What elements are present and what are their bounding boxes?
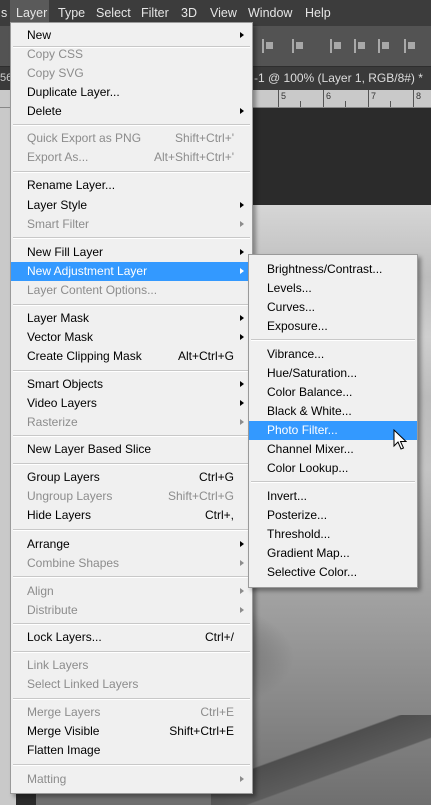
align-right-edges-icon[interactable] <box>330 39 343 53</box>
adjustment-layer-submenu: Brightness/Contrast... Levels... Curves.… <box>248 254 418 588</box>
menu-separator <box>13 529 250 531</box>
menu-separator <box>13 576 250 578</box>
menu-item-arrange[interactable]: Arrange <box>11 535 252 554</box>
menu-separator <box>13 764 250 766</box>
submenu-item-invert[interactable]: Invert... <box>249 487 417 506</box>
submenu-item-exposure[interactable]: Exposure... <box>249 317 417 336</box>
menu-item-flatten-image[interactable]: Flatten Image <box>11 741 252 760</box>
menu-item-quick-export-png: Quick Export as PNG Shift+Ctrl+' <box>27 131 234 145</box>
menu-item-link-layers: Link Layers <box>27 658 89 672</box>
menu-separator <box>13 623 250 625</box>
distribute-center-icon[interactable] <box>378 39 391 53</box>
menu-item-merge-visible[interactable]: Merge Visible Shift+Ctrl+E <box>11 722 252 741</box>
ruler-number: 6 <box>326 91 332 101</box>
menu-separator <box>13 463 250 465</box>
submenu-arrow-icon <box>240 607 244 613</box>
menu-item-delete[interactable]: Delete <box>11 102 252 121</box>
menu-help[interactable]: Help <box>299 0 337 26</box>
submenu-item-photo-filter[interactable]: Photo Filter... <box>249 421 417 440</box>
submenu-arrow-icon <box>240 381 244 387</box>
submenu-item-hue-saturation[interactable]: Hue/Saturation... <box>249 364 417 383</box>
menu-item-layer-style[interactable]: Layer Style <box>11 196 252 215</box>
ruler-number: 7 <box>371 91 377 101</box>
menu-item-matting: Matting <box>11 770 252 789</box>
menu-item-new-fill-layer[interactable]: New Fill Layer <box>11 243 252 262</box>
submenu-arrow-icon <box>240 560 244 566</box>
menu-item-combine-shapes: Combine Shapes <box>11 554 252 573</box>
distribute-top-icon[interactable] <box>354 39 367 53</box>
submenu-item-black-white[interactable]: Black & White... <box>249 402 417 421</box>
submenu-arrow-icon <box>240 541 244 547</box>
submenu-arrow-icon <box>240 108 244 114</box>
menu-separator <box>251 481 415 483</box>
submenu-arrow-icon <box>240 202 244 208</box>
menu-item-hide-layers[interactable]: Hide Layers Ctrl+, <box>11 506 252 525</box>
layer-menu: New Copy CSS Copy SVG Duplicate Layer...… <box>10 22 253 794</box>
submenu-arrow-icon <box>240 419 244 425</box>
submenu-item-color-lookup[interactable]: Color Lookup... <box>249 459 417 478</box>
menu-item-vector-mask[interactable]: Vector Mask <box>11 328 252 347</box>
submenu-item-threshold[interactable]: Threshold... <box>249 525 417 544</box>
submenu-arrow-icon <box>240 315 244 321</box>
menu-separator <box>13 435 250 437</box>
submenu-arrow-icon <box>240 221 244 227</box>
menu-separator <box>13 237 250 239</box>
menu-item-select-linked-layers: Select Linked Layers <box>27 677 139 691</box>
menu-item-ungroup-layers: Ungroup Layers Shift+Ctrl+G <box>27 489 234 503</box>
menu-item-smart-filter: Smart Filter <box>11 215 252 234</box>
align-left-edges-icon[interactable] <box>262 39 275 53</box>
ruler-number: 5 <box>281 91 287 101</box>
menu-item-duplicate-layer[interactable]: Duplicate Layer... <box>11 83 252 102</box>
menu-item-new[interactable]: New <box>11 26 252 45</box>
submenu-arrow-icon <box>240 268 244 274</box>
submenu-item-vibrance[interactable]: Vibrance... <box>249 345 417 364</box>
submenu-arrow-icon <box>240 249 244 255</box>
submenu-arrow-icon <box>240 400 244 406</box>
submenu-arrow-icon <box>240 588 244 594</box>
menu-item-align: Align <box>11 582 252 601</box>
menu-item-group-layers[interactable]: Group Layers Ctrl+G <box>11 468 252 487</box>
submenu-arrow-icon <box>240 32 244 38</box>
mouse-pointer-icon <box>393 429 407 450</box>
submenu-item-curves[interactable]: Curves... <box>249 298 417 317</box>
menu-separator <box>13 370 250 372</box>
menu-item-copy-svg: Copy SVG <box>27 66 84 80</box>
menu-separator <box>13 124 250 126</box>
menu-item-merge-layers: Merge Layers Ctrl+E <box>27 705 234 719</box>
submenu-item-gradient-map[interactable]: Gradient Map... <box>249 544 417 563</box>
menu-item-lock-layers[interactable]: Lock Layers... Ctrl+/ <box>11 628 252 647</box>
menu-separator <box>13 171 250 173</box>
distribute-bottom-icon[interactable] <box>404 39 417 53</box>
submenu-arrow-icon <box>240 776 244 782</box>
menu-item-rasterize: Rasterize <box>11 413 252 432</box>
document-tab-title[interactable]: -1 @ 100% (Layer 1, RGB/8#) * <box>254 67 423 90</box>
submenu-item-levels[interactable]: Levels... <box>249 279 417 298</box>
align-horizontal-centers-icon[interactable] <box>292 39 305 53</box>
menu-item-rename-layer[interactable]: Rename Layer... <box>11 176 252 195</box>
submenu-item-posterize[interactable]: Posterize... <box>249 506 417 525</box>
menu-item-distribute: Distribute <box>11 601 252 620</box>
submenu-item-brightness-contrast[interactable]: Brightness/Contrast... <box>249 260 417 279</box>
submenu-item-channel-mixer[interactable]: Channel Mixer... <box>249 440 417 459</box>
menu-item-layer-mask[interactable]: Layer Mask <box>11 309 252 328</box>
menu-item-layer-content-options: Layer Content Options... <box>27 283 158 297</box>
menu-item-export-as: Export As... Alt+Shift+Ctrl+' <box>27 150 234 164</box>
menu-item-smart-objects[interactable]: Smart Objects <box>11 375 252 394</box>
menu-separator <box>13 698 250 700</box>
menu-item-new-layer-based-slice[interactable]: New Layer Based Slice <box>11 440 252 459</box>
ps-logo[interactable]: s <box>0 0 10 26</box>
menu-item-new-adjustment-layer[interactable]: New Adjustment Layer <box>11 262 252 281</box>
submenu-arrow-icon <box>240 334 244 340</box>
menu-item-create-clipping-mask[interactable]: Create Clipping Mask Alt+Ctrl+G <box>11 347 252 366</box>
menu-item-video-layers[interactable]: Video Layers <box>11 394 252 413</box>
menu-separator <box>251 339 415 341</box>
menu-item-copy-css: Copy CSS <box>27 47 84 61</box>
menu-separator <box>13 304 250 306</box>
menu-separator <box>13 651 250 653</box>
submenu-item-selective-color[interactable]: Selective Color... <box>249 563 417 582</box>
ruler-number: 8 <box>416 91 422 101</box>
submenu-item-color-balance[interactable]: Color Balance... <box>249 383 417 402</box>
